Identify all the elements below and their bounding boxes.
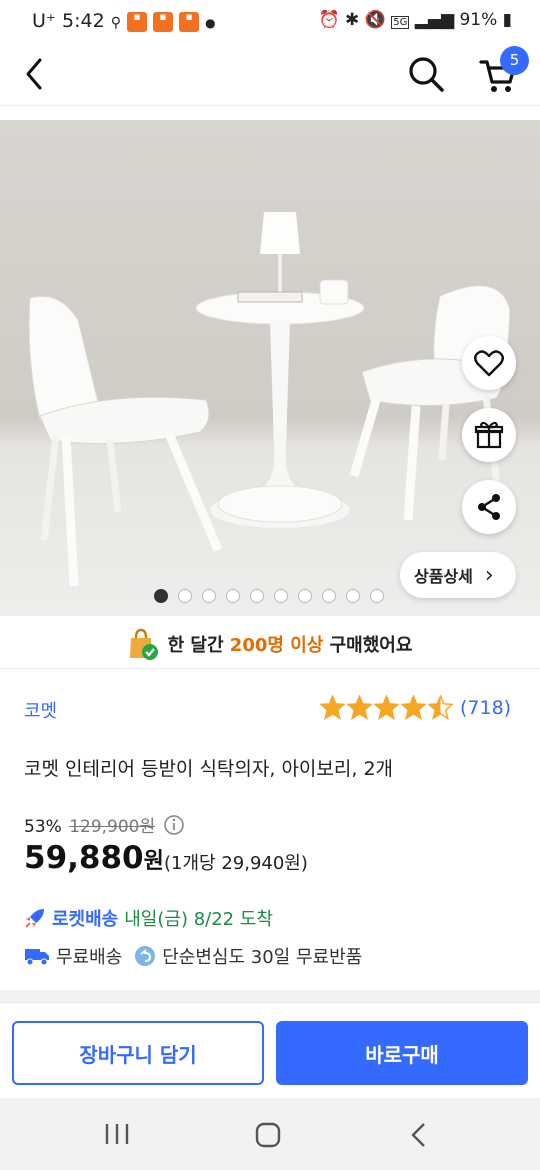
return-icon (135, 946, 156, 966)
more-notifications-icon: ● (205, 16, 216, 30)
home-icon[interactable] (255, 1122, 281, 1148)
arrival-date: 내일(금) 8/22 도착 (124, 909, 273, 930)
star-icon (401, 695, 426, 720)
star-icon (347, 695, 372, 720)
discount-rate: 53% (24, 817, 62, 837)
recent-apps-icon[interactable] (104, 1122, 130, 1146)
banner-highlight: 200명 이상 (229, 635, 324, 656)
shopping-bag-check-icon (129, 628, 158, 660)
rocket-icon (25, 909, 44, 928)
discount-row: 53% 129,900원 (24, 812, 185, 837)
clock: 5:42 (61, 10, 105, 32)
star-icon (428, 695, 453, 720)
star-icon (320, 695, 345, 720)
gallery-dot[interactable] (226, 589, 240, 603)
network-label: 5G (391, 16, 410, 29)
original-price: 129,900원 (69, 817, 156, 837)
carrier-label: U⁺ (32, 10, 56, 32)
top-nav (0, 44, 540, 106)
rating-stars[interactable] (320, 695, 453, 720)
purchase-banner-text: 한 달간 200명 이상 구매했어요 (168, 631, 413, 657)
chevron-right-icon: › (484, 562, 494, 588)
status-left: U⁺ 5:42 ⚲ ■ ■ ■ ● (32, 10, 216, 32)
gift-icon (474, 421, 504, 449)
product-title: 코멧 인테리어 등받이 식탁의자, 아이보리, 2개 (24, 758, 394, 780)
buy-now-button[interactable]: 바로구매 (276, 1021, 528, 1085)
product-image[interactable] (0, 120, 540, 616)
product-detail-label: 상품상세 (414, 567, 473, 586)
review-count[interactable]: (718) (460, 697, 511, 719)
app-notification-icon: ■ (179, 11, 200, 32)
add-to-cart-button[interactable]: 장바구니 담기 (12, 1021, 264, 1085)
brand-link[interactable]: 코멧 (24, 697, 57, 723)
wishlist-button[interactable] (462, 336, 516, 390)
gallery-dot[interactable] (370, 589, 384, 603)
divider (0, 668, 540, 669)
free-shipping-label: 무료배송 (56, 947, 123, 968)
signal-icon: ▂▄▆ (414, 10, 455, 30)
star-icon (374, 695, 399, 720)
system-nav-bar (0, 1098, 540, 1170)
gallery-dot[interactable] (154, 589, 168, 603)
sale-price: 59,880원 (24, 840, 164, 876)
gallery-pagination[interactable] (154, 589, 384, 603)
share-icon (478, 494, 500, 520)
share-button[interactable] (462, 480, 516, 534)
app-notification-icon: ■ (153, 11, 174, 32)
free-return-label: 단순변심도 30일 무료반품 (162, 947, 363, 968)
sale-price-unit: 원 (143, 849, 164, 874)
section-divider (0, 990, 540, 1002)
mute-icon: 🔇 (364, 10, 386, 30)
gallery-dot[interactable] (346, 589, 360, 603)
truck-icon (25, 949, 49, 966)
battery-label: 91% (459, 10, 498, 30)
alarm-icon: ⏰ (318, 10, 340, 30)
notification-icon: ⚲ (110, 15, 121, 31)
back-icon[interactable] (20, 56, 50, 92)
product-detail-button[interactable]: 상품상세 › (400, 552, 516, 598)
purchase-banner: 한 달간 200명 이상 구매했어요 (0, 624, 540, 664)
product-photo (28, 212, 511, 587)
banner-prefix: 한 달간 (167, 635, 230, 656)
cart-count-badge[interactable]: 5 (500, 46, 529, 75)
bluetooth-icon: ✱ (345, 10, 360, 30)
gallery-dot[interactable] (322, 589, 336, 603)
gallery-dot[interactable] (178, 589, 192, 603)
gift-button[interactable] (462, 408, 516, 462)
rocket-delivery: 로켓배송 내일(금) 8/22 도착 (24, 905, 273, 931)
shipping-info: 무료배송 단순변심도 30일 무료반품 (24, 943, 362, 969)
status-right: ⏰ ✱ 🔇 5G ▂▄▆ 91% ▮ (318, 10, 512, 30)
gallery-dot[interactable] (298, 589, 312, 603)
status-bar: U⁺ 5:42 ⚲ ■ ■ ■ ● ⏰ ✱ 🔇 5G ▂▄▆ 91% ▮ (0, 0, 540, 44)
battery-icon: ▮ (502, 10, 512, 30)
rocket-label: 로켓배송 (52, 909, 119, 930)
gallery-dot[interactable] (250, 589, 264, 603)
heart-icon (474, 350, 504, 377)
info-icon[interactable] (163, 814, 185, 836)
banner-suffix: 구매했어요 (323, 635, 413, 656)
gallery-dot[interactable] (202, 589, 216, 603)
system-back-icon[interactable] (408, 1122, 430, 1148)
unit-price: (1개당 29,940원) (164, 853, 308, 874)
sale-price-value: 59,880 (24, 840, 144, 876)
search-icon[interactable] (406, 54, 446, 94)
gallery-dot[interactable] (274, 589, 288, 603)
app-notification-icon: ■ (127, 11, 148, 32)
